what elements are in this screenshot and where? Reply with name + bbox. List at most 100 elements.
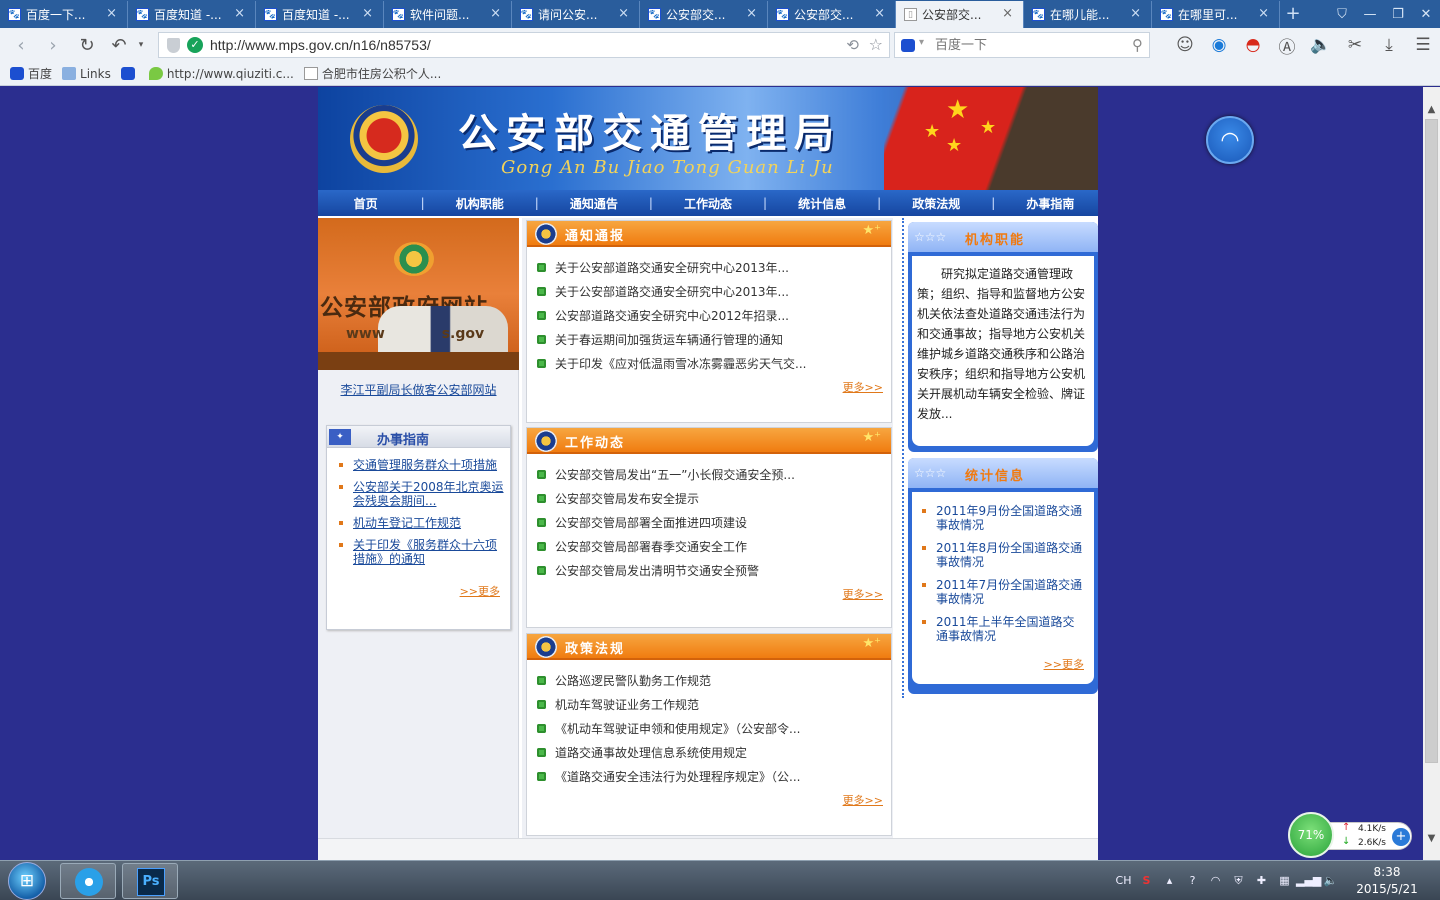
browser-tab[interactable]: 🐾 公安部交... × [768,1,896,28]
shield-icon[interactable]: ⛨ [1227,871,1250,891]
list-item[interactable]: 公安部交管局部署全面推进四项建设 [537,514,882,538]
guide-link[interactable]: 机动车登记工作规范 [337,516,505,530]
news-photo[interactable]: 公安部政府网站 www s.gov [318,218,519,370]
url-text[interactable]: http://www.mps.gov.cn/n16/n85753/ [210,37,431,53]
menu-functions[interactable]: 机构职能 [432,195,527,212]
adblock-icon[interactable]: Ⓐ [1270,28,1304,62]
guide-link[interactable]: 交通管理服务群众十项措施 [337,458,505,472]
list-item[interactable]: 关于公安部道路交通安全研究中心2013年... [537,259,882,283]
list-item[interactable]: 道路交通事故处理信息系统使用规定 [537,744,882,768]
security-icon[interactable]: ✚ [1250,871,1273,891]
network-icon[interactable]: ▦ [1273,871,1296,891]
photo-caption-link[interactable]: 李江平副局长做客公安部网站 [318,381,519,398]
list-item[interactable]: 关于春运期间加强货运车辆通行管理的通知 [537,331,882,355]
list-item[interactable]: 公安部交管局发出“五一”小长假交通安全预... [537,466,882,490]
browser-tab[interactable]: 🐾 百度知道 -... × [256,1,384,28]
address-bar[interactable]: ✓ http://www.mps.gov.cn/n16/n85753/ ⟲ ☆ [158,32,890,58]
scissors-icon[interactable]: ✂ [1338,28,1372,62]
list-item[interactable]: 公安部交管局发出清明节交通安全预警 [537,562,882,586]
undo-icon[interactable]: ↶ [108,34,130,56]
list-item[interactable]: 机动车驾驶证业务工作规范 [537,696,882,720]
scroll-up-icon[interactable]: ▲ [1423,101,1440,118]
network-speed-widget[interactable]: 71% ↑ 4.1K/s ↓ 2.6K/s + [1288,812,1414,858]
ime-icon[interactable]: S [1135,871,1158,891]
start-button[interactable]: ⊞ [8,862,46,900]
game-icon[interactable]: ◓ [1236,28,1270,62]
guide-more-link[interactable]: >>更多 [460,583,500,599]
close-icon[interactable]: × [362,6,373,21]
language-indicator[interactable]: CH [1112,871,1135,891]
menu-icon[interactable]: ☰ [1406,28,1440,62]
close-window-icon[interactable]: ✕ [1412,0,1440,28]
notices-more-link[interactable]: 更多>> [843,379,883,395]
restore-icon[interactable]: ❐ [1384,0,1412,28]
list-item[interactable]: 2011年8月份全国道路交通事故情况 [920,541,1086,569]
close-icon[interactable]: × [1130,6,1141,21]
close-icon[interactable]: × [618,6,629,21]
bookmark-item[interactable] [120,67,139,80]
list-item[interactable]: 2011年9月份全国道路交通事故情况 [920,504,1086,532]
close-icon[interactable]: × [746,6,757,21]
download-icon[interactable]: ⤓ [1372,28,1406,62]
chevron-up-icon[interactable]: ▴ [1158,871,1181,891]
list-item[interactable]: 关于印发《应对低温雨雪冰冻雾霾恶劣天气交... [537,355,882,379]
list-item[interactable]: 公路巡逻民警队勤务工作规范 [537,672,882,696]
close-icon[interactable]: × [1002,6,1013,21]
wifi-tray-icon[interactable]: ◠ [1204,871,1227,891]
menu-policy[interactable]: 政策法规 [889,195,984,212]
new-tab-button[interactable]: + [1280,0,1306,27]
close-icon[interactable]: × [874,6,885,21]
policy-more-link[interactable]: 更多>> [843,792,883,808]
refresh-icon[interactable]: ↻ [76,34,98,56]
back-icon[interactable]: ‹ [10,34,32,56]
chevron-down-icon[interactable]: ▾ [130,34,152,56]
signal-icon[interactable]: ▂▄▆ [1296,871,1321,891]
browser-tab[interactable]: 🐾 软件问题... × [384,1,512,28]
menu-work[interactable]: 工作动态 [660,195,755,212]
guide-link[interactable]: 公安部关于2008年北京奥运会残奥会期间... [337,480,505,508]
help-icon[interactable]: ? [1181,871,1204,891]
close-icon[interactable]: × [1258,6,1269,21]
bookmark-item[interactable]: http://www.qiuziti.c... [148,67,294,81]
search-icon[interactable]: ⚲ [1132,36,1143,54]
chevron-down-icon[interactable]: ▾ [919,37,924,48]
work-more-link[interactable]: 更多>> [843,586,883,602]
browser-tab-active[interactable]: ▯ 公安部交... × [896,1,1024,28]
close-icon[interactable]: × [106,6,117,21]
browser-tab[interactable]: 🐾 公安部交... × [640,1,768,28]
list-item[interactable]: 公安部交管局部署春季交通安全工作 [537,538,882,562]
guide-link[interactable]: 关于印发《服务群众十六项措施》的通知 [337,538,505,566]
close-icon[interactable]: × [234,6,245,21]
memory-usage[interactable]: 71% [1288,812,1334,858]
volume-icon[interactable]: 🔈 [1319,871,1342,891]
menu-stats[interactable]: 统计信息 [775,195,870,212]
stats-more-link[interactable]: >>更多 [1044,656,1084,672]
list-item[interactable]: 2011年7月份全国道路交通事故情况 [920,578,1086,606]
scroll-down-icon[interactable]: ▼ [1423,830,1440,847]
search-box[interactable]: ▾ ⚲ [894,32,1150,58]
list-item[interactable]: 关于公安部道路交通安全研究中心2013年... [537,283,882,307]
close-icon[interactable]: × [490,6,501,21]
menu-home[interactable]: 首页 [318,195,413,212]
chat-icon[interactable]: ☺ [1168,28,1202,62]
browser-tab[interactable]: 🐾 百度知道 -... × [128,1,256,28]
volume-icon[interactable]: 🔈 [1304,28,1338,62]
browser-tab[interactable]: 🐾 在哪儿能... × [1024,1,1152,28]
bookmark-item[interactable]: Links [62,67,111,81]
list-item[interactable]: 《道路交通安全违法行为处理程序规定》（公... [537,768,882,792]
browser-tab[interactable]: 🐾 在哪里可... × [1152,1,1280,28]
page-scrollbar[interactable]: ▲ ▼ [1423,87,1440,860]
forward-icon[interactable]: › [42,34,64,56]
star-icon[interactable]: ☆ [869,35,883,54]
search-input[interactable] [935,35,1125,55]
taskbar-browser[interactable] [60,863,116,899]
bookmark-item[interactable]: 百度 [10,65,52,82]
skin-icon[interactable]: ⛉ [1328,0,1356,28]
browser-tab[interactable]: 🐾 百度一下... × [0,1,128,28]
wifi-icon[interactable]: ◠ [1206,116,1254,164]
sync-icon[interactable]: ◉ [1202,28,1236,62]
minimize-icon[interactable]: — [1356,0,1384,28]
list-item[interactable]: 公安部交管局发布安全提示 [537,490,882,514]
plus-icon[interactable]: + [1392,828,1410,846]
taskbar-photoshop[interactable]: Ps [122,863,178,899]
